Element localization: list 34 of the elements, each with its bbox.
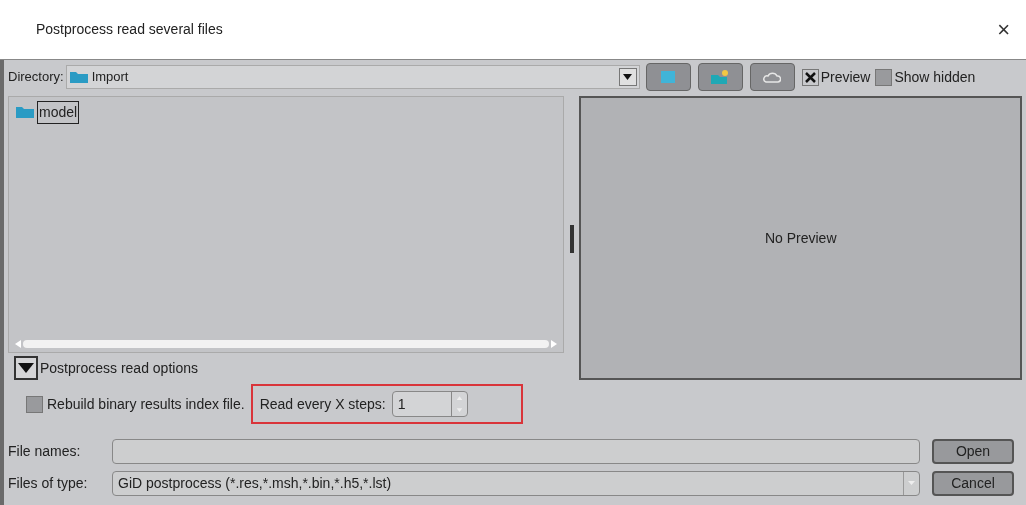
preview-text: No Preview [764, 228, 837, 248]
file-type-dropdown[interactable]: GiD postprocess (*.res,*.msh,*.bin,*.h5,*.lst) [112, 470, 920, 496]
open-button[interactable]: Open [932, 438, 1014, 464]
preview-label: Preview [820, 67, 871, 87]
cloud-button[interactable] [749, 63, 795, 91]
cloud-icon [763, 71, 782, 83]
show-hidden-label: Show hidden [894, 67, 976, 87]
caret-icon [908, 481, 915, 485]
file-names-field[interactable] [112, 438, 920, 464]
window-title: Postprocess read several files [36, 20, 223, 39]
checkbox[interactable] [801, 68, 819, 86]
checkbox[interactable] [875, 68, 893, 86]
steps-spinbox[interactable]: 1 [391, 391, 468, 417]
folder-icon [15, 105, 35, 119]
cancel-button[interactable]: Cancel [932, 470, 1014, 496]
image-folder-button[interactable] [645, 63, 691, 91]
files-of-type-label: Files of type: [8, 473, 89, 493]
close-button[interactable]: × [993, 13, 1014, 46]
folder-icon [68, 70, 89, 84]
caret-icon [623, 74, 633, 80]
read-every-label: Read every X steps: [259, 394, 386, 414]
new-folder-icon [710, 69, 731, 85]
options-title: Postprocess read options [40, 358, 198, 378]
checkbox[interactable] [26, 395, 43, 413]
file-item[interactable]: model [37, 100, 80, 124]
expand-toggle[interactable] [14, 356, 38, 380]
directory-label: Directory: [8, 68, 64, 87]
new-folder-button[interactable] [697, 63, 743, 91]
directory-dropdown[interactable]: Import [65, 65, 640, 89]
triangle-icon [18, 363, 34, 373]
file-names-label: File names: [8, 441, 82, 461]
rebuild-label: Rebuild binary results index file. [47, 394, 245, 414]
image-icon [660, 70, 677, 84]
splitter-handle[interactable] [569, 225, 574, 253]
